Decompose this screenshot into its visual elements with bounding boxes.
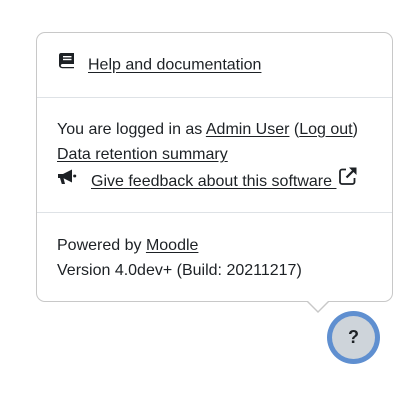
megaphone-icon [57,168,77,192]
paren-open: ( [289,121,300,138]
info-section: Powered by Moodle Version 4.0dev+ (Build… [37,213,392,303]
footer-popover: Help and documentation You are logged in… [36,32,393,302]
logout-link[interactable]: Log out [299,121,352,138]
version-info: Version 4.0dev+ (Build: 20211217) [57,262,302,279]
data-retention-row: Data retention summary [57,145,228,165]
powered-prefix: Powered by [57,237,146,254]
feedback-row: Give feedback about this software [57,167,358,195]
help-section: Help and documentation [37,33,392,98]
question-icon: ? [332,316,375,359]
help-documentation-link[interactable]: Help and documentation [88,57,261,74]
login-info: You are logged in as Admin User (Log out… [57,120,358,140]
user-section: You are logged in as Admin User (Log out… [37,98,392,213]
feedback-label: Give feedback about this software [91,173,337,191]
login-prefix: You are logged in as [57,121,206,138]
footer-help-button[interactable]: ? [327,311,380,364]
user-profile-link[interactable]: Admin User [206,121,290,138]
popover-arrow [308,301,328,311]
help-row: Help and documentation [57,52,261,77]
data-retention-link[interactable]: Data retention summary [57,146,228,163]
moodle-link[interactable]: Moodle [146,237,198,254]
external-link-icon [338,166,358,192]
book-icon [57,52,76,75]
feedback-link[interactable]: Give feedback about this software [91,167,358,191]
paren-close: ) [352,121,358,138]
powered-by-row: Powered by Moodle [57,236,198,256]
